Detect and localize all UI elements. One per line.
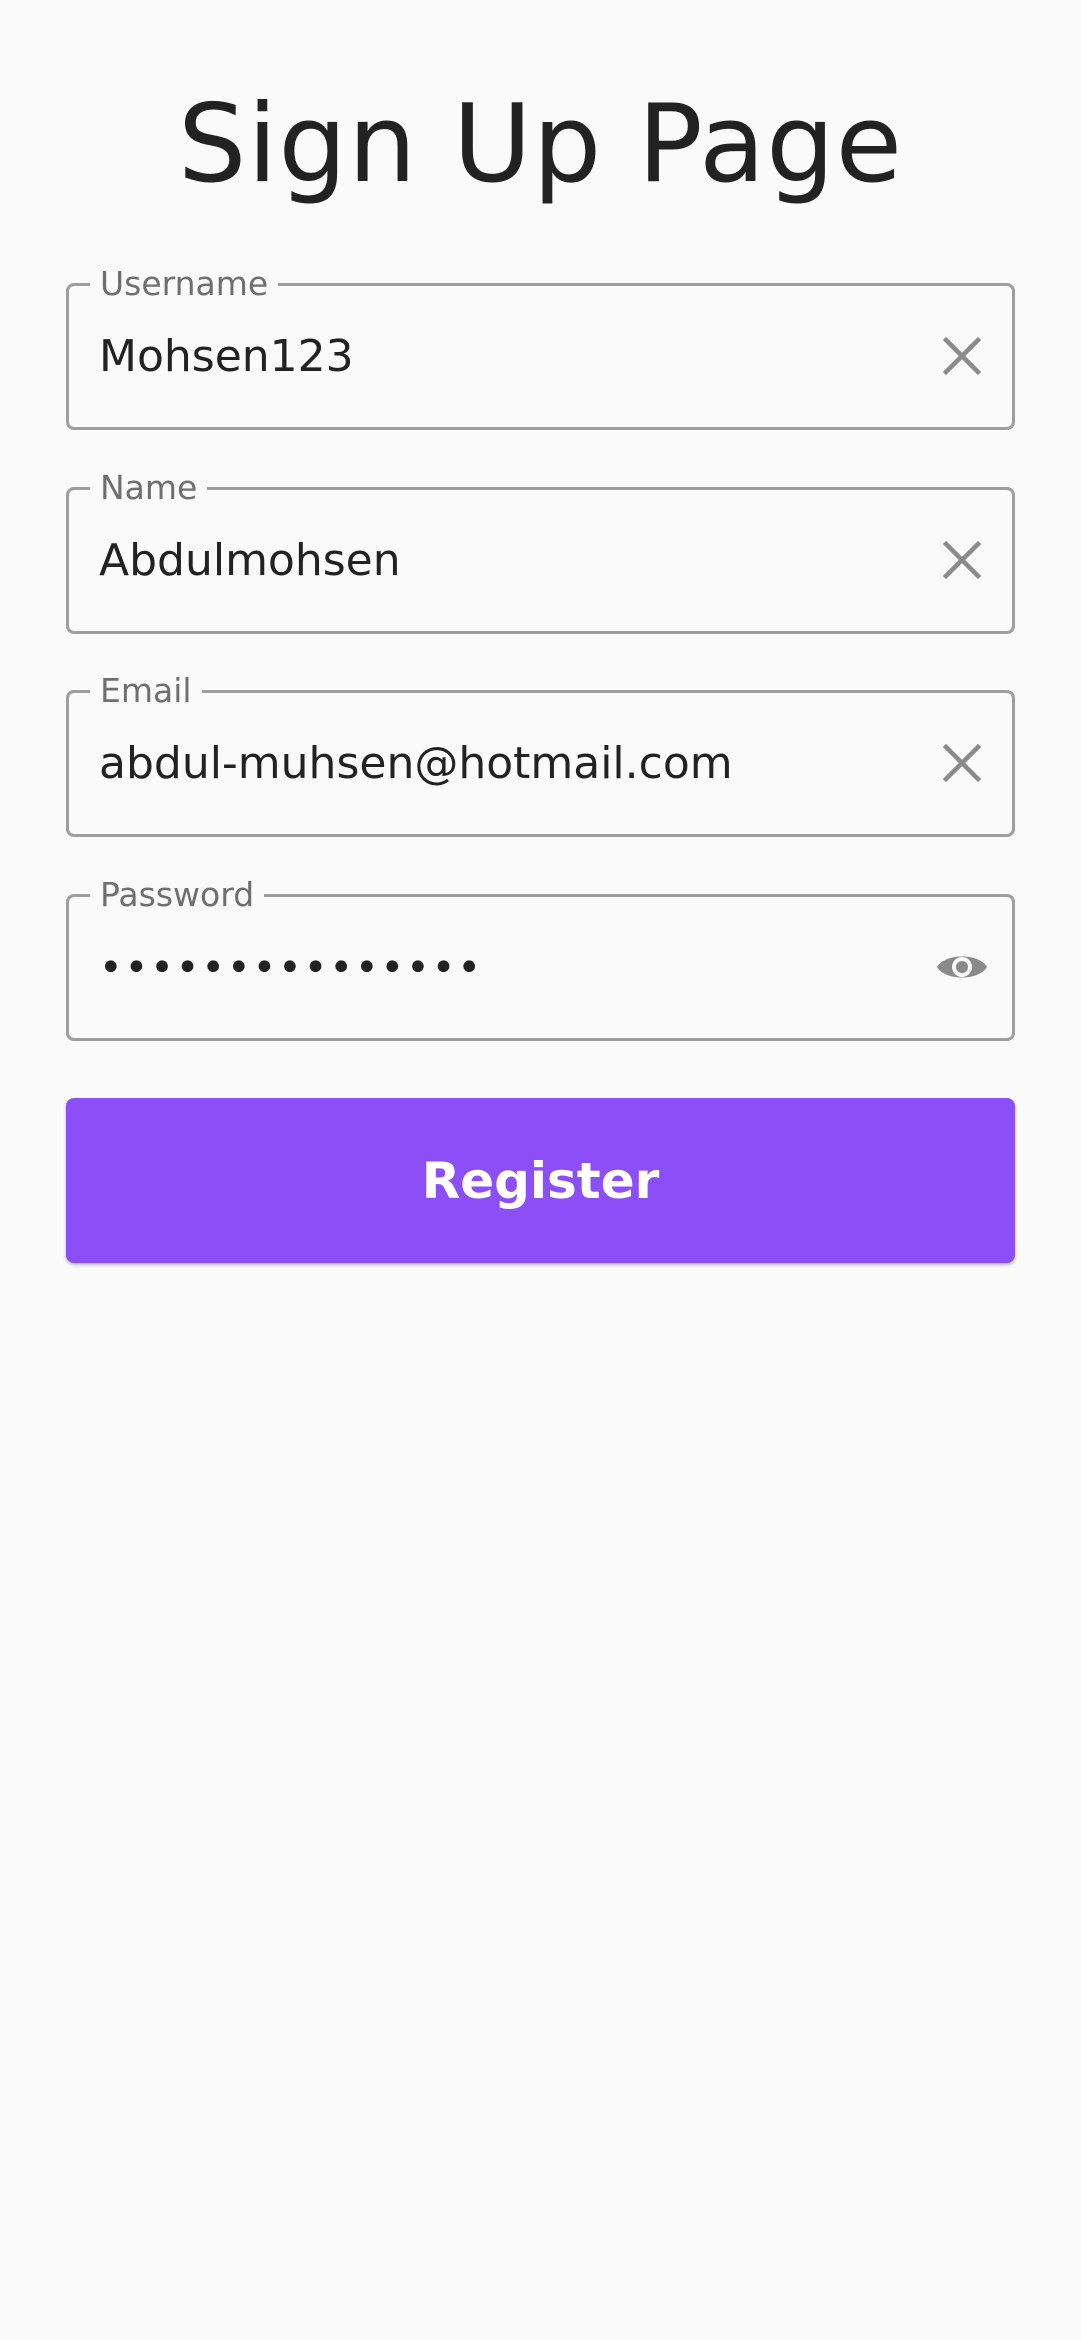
register-button[interactable]: Register (66, 1098, 1015, 1263)
email-input[interactable] (99, 693, 919, 834)
name-input[interactable] (99, 490, 919, 631)
email-field[interactable]: Email (66, 671, 1015, 837)
password-field[interactable]: Password (66, 875, 1015, 1041)
page-title: Sign Up Page (177, 82, 904, 207)
clear-icon[interactable] (932, 326, 992, 386)
visibility-icon[interactable] (932, 937, 992, 997)
password-input[interactable] (99, 897, 919, 1038)
sign-up-screen: Sign Up Page Username Name Email (0, 0, 1081, 2340)
clear-icon[interactable] (932, 530, 992, 590)
name-field[interactable]: Name (66, 468, 1015, 634)
clear-icon[interactable] (932, 733, 992, 793)
username-field[interactable]: Username (66, 264, 1015, 430)
username-input[interactable] (99, 286, 919, 427)
